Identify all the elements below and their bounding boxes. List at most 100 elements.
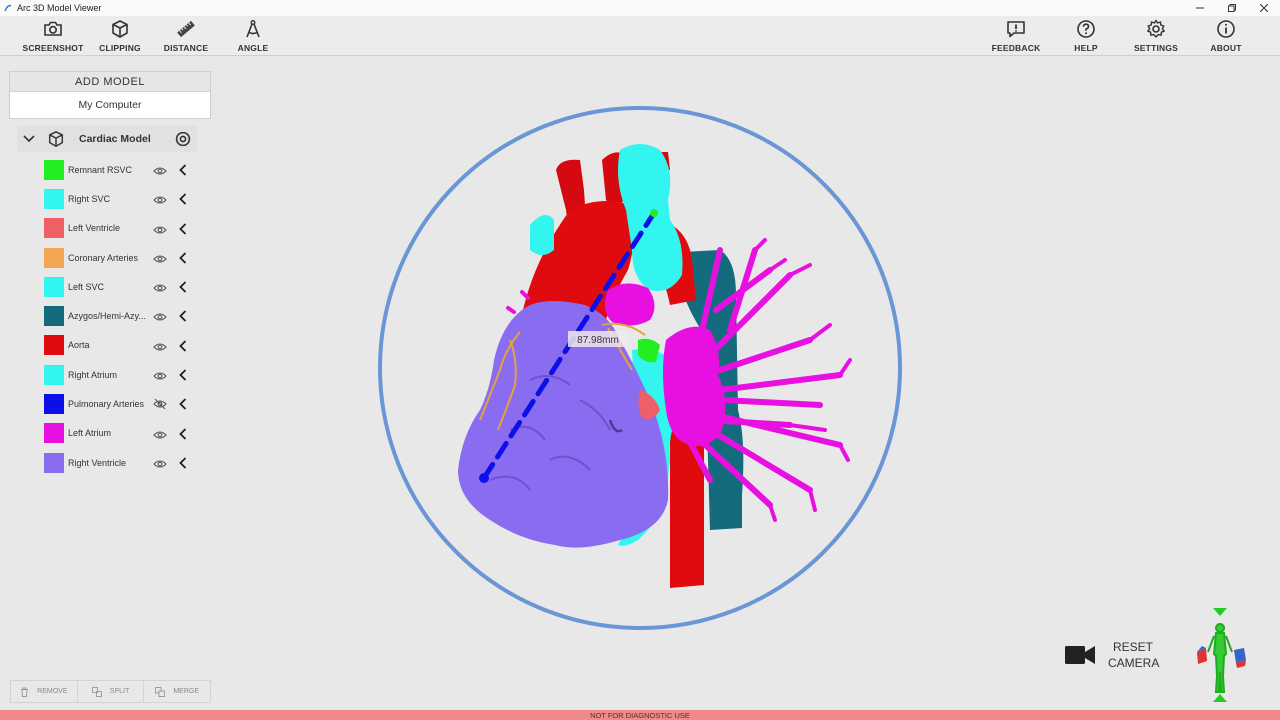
chevron-left-icon [179, 428, 187, 440]
measurement-end-point[interactable] [650, 209, 658, 217]
layer-visibility-toggle[interactable] [153, 163, 167, 181]
clipping-button[interactable]: CLIPPING [85, 19, 155, 55]
layer-visibility-toggle[interactable] [153, 192, 167, 210]
layer-expand-button[interactable] [179, 163, 187, 181]
layer-color-swatch[interactable] [44, 423, 64, 444]
layer-row[interactable]: Coronary Arteries [17, 243, 197, 272]
my-computer-button[interactable]: My Computer [10, 92, 210, 118]
layer-color-swatch[interactable] [44, 335, 64, 356]
angle-label: ANGLE [237, 43, 269, 53]
layer-visibility-toggle[interactable] [153, 397, 167, 415]
chevron-left-icon [179, 222, 187, 235]
right-ventricle-mesh[interactable] [458, 301, 669, 548]
layer-expand-button[interactable] [179, 339, 187, 357]
eye-icon [153, 255, 167, 263]
layer-row[interactable]: Azygos/Hemi-Azy... [17, 301, 197, 330]
eye-icon [153, 431, 167, 439]
layer-row[interactable]: Pulmonary Arteries [17, 389, 197, 418]
layer-row[interactable]: Left Atrium [17, 419, 197, 448]
layer-color-swatch[interactable] [44, 159, 64, 180]
layer-expand-button[interactable] [179, 456, 187, 474]
settings-button[interactable]: SETTINGS [1121, 19, 1191, 55]
split-button[interactable]: SPLIT [78, 681, 145, 702]
layer-expand-button[interactable] [179, 192, 187, 210]
layer-color-swatch[interactable] [44, 218, 64, 239]
layer-row[interactable]: Remnant RSVC [17, 155, 197, 184]
restore-icon [1228, 4, 1236, 12]
layer-visibility-toggle[interactable] [153, 280, 167, 298]
measurement-start-point[interactable] [479, 473, 489, 483]
layer-name: Remnant RSVC [68, 164, 133, 175]
model-group-header[interactable]: Cardiac Model [17, 126, 197, 152]
merge-button[interactable]: MERGE [144, 681, 210, 702]
layer-name: Pulmonary Arteries [68, 399, 145, 410]
angle-button[interactable]: ANGLE [218, 19, 288, 55]
add-model-panel: ADD MODEL My Computer [9, 71, 211, 119]
eye-icon [153, 284, 167, 292]
clipping-label: CLIPPING [99, 43, 141, 53]
layer-visibility-toggle[interactable] [153, 251, 167, 269]
cube-icon [47, 130, 67, 148]
feedback-button[interactable]: FEEDBACK [981, 19, 1051, 55]
body-figure-icon [1207, 623, 1233, 693]
screenshot-button[interactable]: SCREENSHOT [18, 19, 88, 55]
layer-actions: REMOVE SPLIT MERGE [10, 680, 211, 703]
3d-viewport[interactable]: 87.98mm [370, 100, 910, 640]
ruler-icon [177, 20, 195, 38]
layer-visibility-toggle[interactable] [153, 339, 167, 357]
eye-off-icon [153, 398, 167, 410]
compass-icon [246, 20, 260, 38]
split-icon [91, 686, 102, 697]
layer-color-swatch[interactable] [44, 188, 64, 209]
close-icon [1260, 4, 1268, 12]
layer-expand-button[interactable] [179, 309, 187, 327]
layer-visibility-toggle[interactable] [153, 427, 167, 445]
layer-color-swatch[interactable] [44, 276, 64, 297]
layer-color-swatch[interactable] [44, 364, 64, 385]
layer-expand-button[interactable] [179, 280, 187, 298]
feedback-icon [1007, 21, 1025, 38]
orientation-figure[interactable] [1194, 606, 1248, 704]
layer-color-swatch[interactable] [44, 452, 64, 473]
about-button[interactable]: ABOUT [1191, 19, 1261, 55]
chevron-left-icon [179, 398, 187, 411]
help-button[interactable]: HELP [1051, 19, 1121, 55]
layer-expand-button[interactable] [179, 368, 187, 386]
layer-row[interactable]: Aorta [17, 331, 197, 360]
model-visibility-toggle[interactable] [173, 132, 193, 146]
layer-color-swatch[interactable] [44, 247, 64, 268]
layer-color-swatch[interactable] [44, 394, 64, 415]
layer-color-swatch[interactable] [44, 306, 64, 327]
cube-icon [112, 20, 128, 38]
layer-row[interactable]: Right Ventricle [17, 448, 197, 477]
layer-expand-button[interactable] [179, 427, 187, 445]
layer-row[interactable]: Right Atrium [17, 360, 197, 389]
layer-name: Left SVC [68, 281, 105, 292]
chevron-left-icon [179, 252, 187, 264]
remove-button[interactable]: REMOVE [11, 681, 78, 702]
layer-expand-button[interactable] [179, 222, 187, 240]
close-window-button[interactable] [1248, 0, 1280, 16]
distance-label: DISTANCE [163, 43, 209, 53]
layer-row[interactable]: Left SVC [17, 272, 197, 301]
minimize-button[interactable] [1184, 0, 1216, 16]
maximize-button[interactable] [1216, 0, 1248, 16]
reset-camera-line2: CAMERA [1108, 656, 1160, 670]
chevron-down-icon[interactable] [23, 135, 37, 143]
layer-expand-button[interactable] [179, 251, 187, 269]
reset-camera-label: RESET CAMERA [1108, 639, 1160, 671]
layer-visibility-toggle[interactable] [153, 222, 167, 240]
layer-visibility-toggle[interactable] [153, 456, 167, 474]
layer-visibility-toggle[interactable] [153, 309, 167, 327]
split-label: SPLIT [109, 688, 130, 695]
layer-name: Right SVC [68, 193, 111, 204]
layer-row[interactable]: Left Ventricle [17, 214, 197, 243]
layer-expand-button[interactable] [179, 397, 187, 415]
distance-button[interactable]: DISTANCE [151, 19, 221, 55]
layer-row[interactable]: Right SVC [17, 184, 197, 213]
layer-visibility-toggle[interactable] [153, 368, 167, 386]
reset-camera-button[interactable]: RESET CAMERA [1064, 638, 1164, 672]
app-window: Arc 3D Model Viewer SCREENSHOT CLIPPING … [0, 0, 1280, 720]
layer-name: Left Atrium [68, 428, 112, 439]
measurement-label: 87.98mm [577, 335, 619, 346]
